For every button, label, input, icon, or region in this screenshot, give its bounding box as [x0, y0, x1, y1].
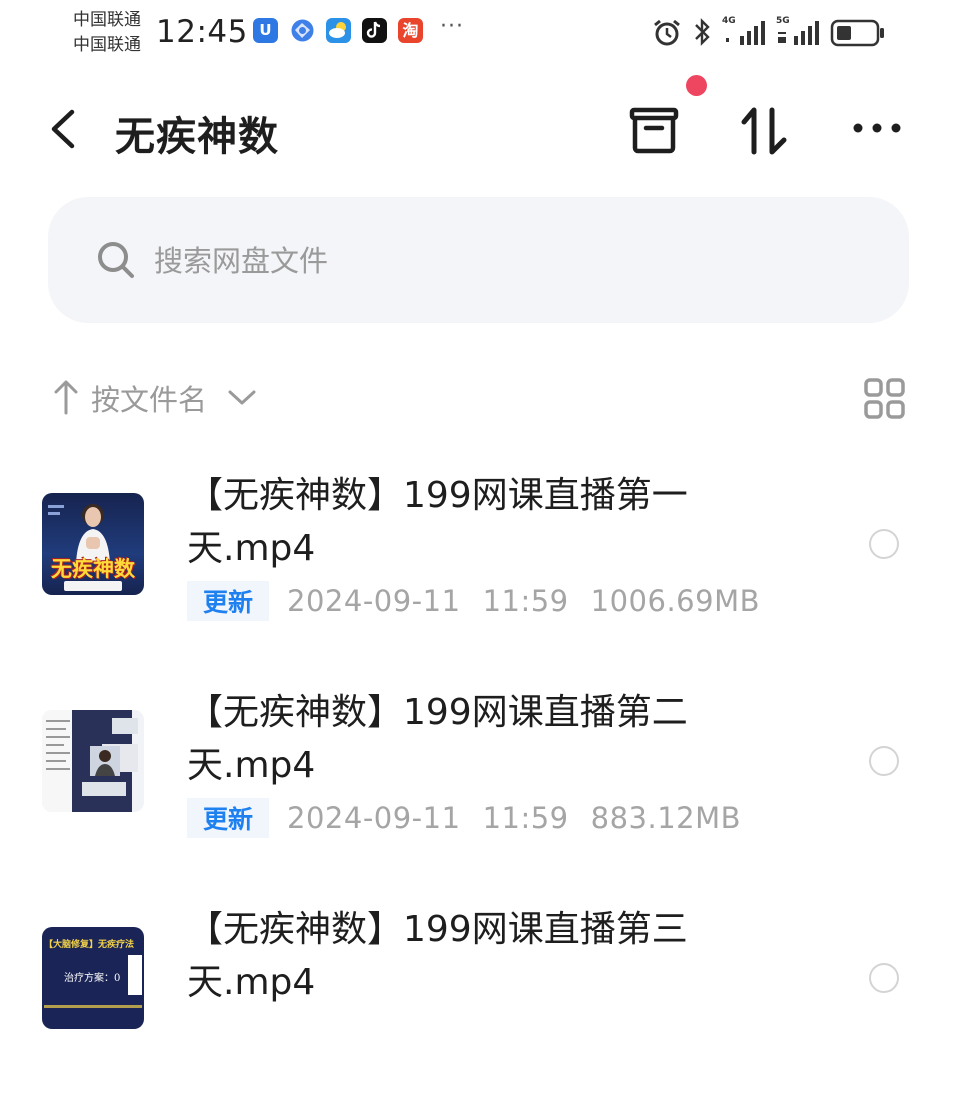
thumbnail-caption: 【大脑修复】无疾疗法 — [44, 940, 135, 950]
tiktok-app-icon — [362, 18, 387, 43]
search-bar[interactable] — [48, 197, 909, 323]
file-date: 2024-09-11 — [287, 801, 461, 835]
bluetooth-icon — [695, 18, 710, 46]
chevron-down-icon — [228, 390, 256, 405]
notification-dot — [686, 75, 707, 96]
video-thumbnail: 无疾神数 — [42, 493, 144, 595]
video-thumbnail — [42, 710, 144, 812]
clock: 12:45 — [156, 14, 248, 50]
update-badge: 更新 — [187, 798, 270, 838]
file-meta: 更新 2024-09-11 11:59 1006.69MB — [187, 581, 760, 631]
file-size: 1006.69MB — [590, 584, 760, 618]
file-time: 11:59 — [482, 801, 569, 835]
thumbnail-text-line — [44, 1005, 142, 1008]
thumbnail-panel — [128, 955, 142, 995]
browser-app-icon — [290, 18, 315, 43]
file-size: 883.12MB — [590, 801, 742, 835]
signal-2-icon: 5G — [776, 16, 824, 48]
file-list-item[interactable]: 【大脑修复】无疾疗法 治疗方案：0 【无疾神数】199网课直播第三天.mp4 — [0, 909, 957, 1117]
file-name: 【无疾神数】199网课直播第三天.mp4 — [187, 909, 688, 1003]
file-meta: 更新 2024-09-11 11:59 883.12MB — [187, 798, 741, 848]
search-icon — [98, 242, 134, 278]
carrier-1: 中国联通 — [73, 10, 141, 30]
video-thumbnail: 【大脑修复】无疾疗法 治疗方案：0 — [42, 927, 144, 1029]
taobao-app-icon: 淘 — [398, 18, 423, 43]
file-name: 【无疾神数】199网课直播第一天.mp4 — [187, 475, 688, 569]
more-options-icon[interactable] — [850, 104, 906, 160]
file-list-item[interactable]: 无疾神数 【无疾神数】199网课直播第一天.mp4 更新 2024-09-11 11… — [0, 475, 957, 683]
thumbnail-subtitle-bar — [64, 581, 122, 591]
status-bar: 中国联通 中国联通 12:45 U 淘 ··· 4G 5G — [0, 0, 957, 62]
battery-icon — [830, 19, 884, 47]
signal-1-icon: 4G — [722, 16, 770, 48]
sort-transfer-icon[interactable] — [738, 104, 794, 160]
thumbnail-subtitle: 治疗方案：0 — [64, 973, 121, 984]
file-date: 2024-09-11 — [287, 584, 461, 618]
sort-label: 按文件名 — [91, 383, 208, 417]
file-time: 11:59 — [482, 584, 569, 618]
file-list-item[interactable]: 【无疾神数】199网课直播第二天.mp4 更新 2024-09-11 11:59 88… — [0, 692, 957, 900]
page-title: 无疾神数 — [115, 114, 279, 160]
carrier-labels: 中国联通 中国联通 — [73, 8, 141, 58]
carrier-2: 中国联通 — [73, 35, 141, 55]
back-arrow-icon[interactable] — [44, 106, 84, 152]
update-badge: 更新 — [187, 581, 270, 621]
search-input[interactable] — [152, 232, 756, 290]
grid-view-icon[interactable] — [862, 376, 908, 422]
select-radio[interactable] — [869, 963, 899, 993]
more-notifications-icon: ··· — [440, 14, 464, 39]
select-radio[interactable] — [869, 746, 899, 776]
u-app-icon: U — [253, 18, 278, 43]
alarm-icon — [654, 19, 680, 46]
file-name: 【无疾神数】199网课直播第二天.mp4 — [187, 692, 688, 786]
transfer-box-icon[interactable] — [626, 104, 682, 160]
weather-app-icon — [326, 18, 351, 43]
thumbnail-caption: 无疾神数 — [51, 557, 135, 581]
select-radio[interactable] — [869, 529, 899, 559]
sort-arrow-up-icon — [54, 380, 78, 415]
